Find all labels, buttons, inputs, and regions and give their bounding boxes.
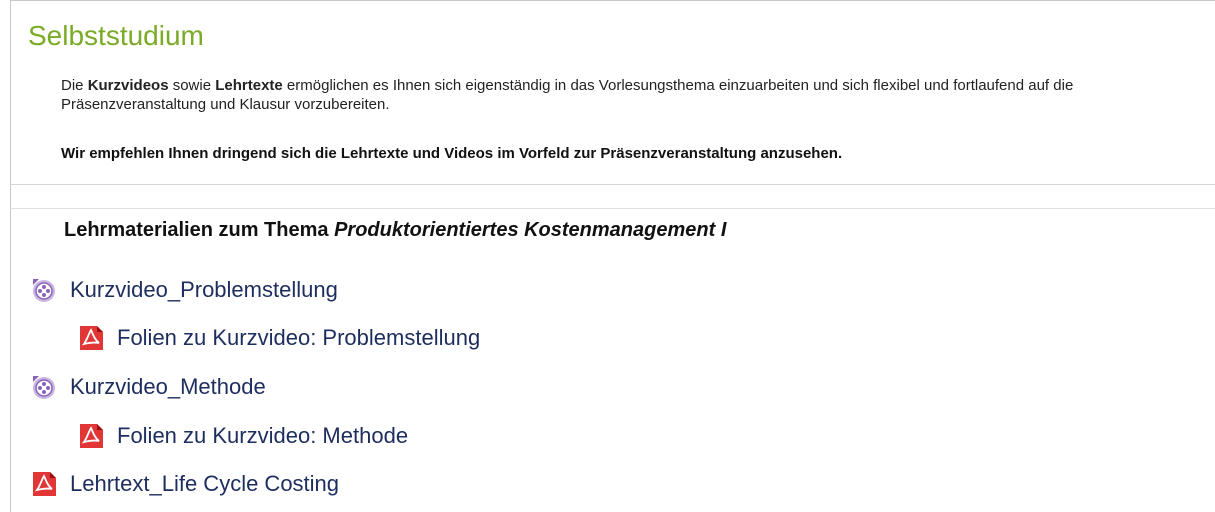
divider xyxy=(10,184,1215,185)
intro-bold-lehrtexte: Lehrtexte xyxy=(215,77,283,94)
material-label: Lehrtext_Life Cycle Costing xyxy=(70,471,340,496)
heading-prefix: Lehrmaterialien zum Thema xyxy=(64,219,335,241)
material-label: Kurzvideo_Problemstellung xyxy=(70,277,338,302)
intro-bold-kurzvideos: Kurzvideos xyxy=(87,77,169,94)
material-label: Folien zu Kurzvideo: Methode xyxy=(117,423,409,448)
intro-text: Die xyxy=(61,77,88,94)
recommendation-text: Wir empfehlen Ihnen dringend sich die Le… xyxy=(61,145,843,162)
pdf-icon xyxy=(80,326,103,350)
video-icon xyxy=(33,279,55,302)
video-icon xyxy=(33,376,55,399)
pdf-icon xyxy=(33,472,56,496)
material-link-lehrtext-life-cycle-costing[interactable]: Lehrtext_Life Cycle Costing xyxy=(30,470,339,498)
material-link-kurzvideo-methode[interactable]: Kurzvideo_Methode xyxy=(30,373,266,401)
material-link-folien-problemstellung[interactable]: Folien zu Kurzvideo: Problemstellung xyxy=(77,324,480,352)
intro-paragraph: Die Kurzvideos sowie Lehrtexte ermöglich… xyxy=(61,76,1171,114)
pdf-icon xyxy=(80,424,103,448)
intro-text: sowie xyxy=(168,77,216,94)
heading-topic: Produktorientiertes Kostenmanagement I xyxy=(334,219,727,241)
material-label: Kurzvideo_Methode xyxy=(70,374,266,399)
material-link-folien-methode[interactable]: Folien zu Kurzvideo: Methode xyxy=(77,422,408,450)
materials-heading: Lehrmaterialien zum Thema Produktorienti… xyxy=(64,219,726,242)
divider xyxy=(10,208,1215,209)
material-link-kurzvideo-problemstellung[interactable]: Kurzvideo_Problemstellung xyxy=(30,276,338,304)
section-title: Selbststudium xyxy=(28,20,204,51)
material-label: Folien zu Kurzvideo: Problemstellung xyxy=(117,325,481,350)
